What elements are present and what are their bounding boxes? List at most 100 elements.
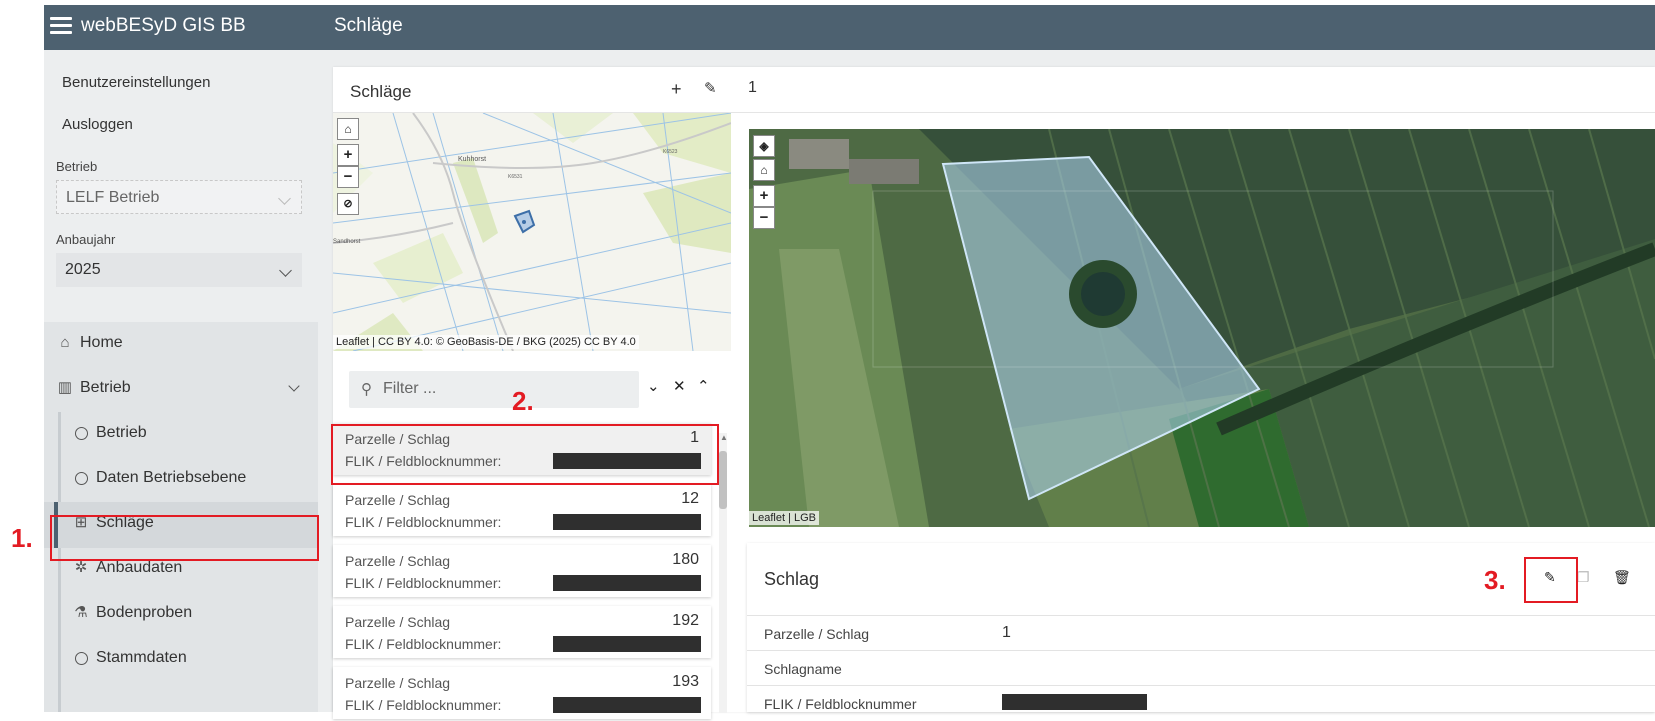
nav-daten-label: Daten Betriebsebene (96, 469, 247, 486)
list-item-number: 12 (681, 490, 699, 507)
page-title: Schläge (334, 15, 403, 36)
zoom-out-button[interactable]: − (337, 166, 359, 188)
highlight-box-3 (1524, 557, 1578, 603)
map-attribution: Leaflet | CC BY 4.0: © GeoBasis-DE / BKG… (333, 335, 639, 349)
nav-betrieb-group[interactable]: ▥ Betrieb (44, 367, 318, 413)
annotation-1: 1. (11, 523, 33, 553)
nav-betrieb-group-label: Betrieb (80, 379, 131, 396)
detail-key: FLIK / Feldblocknummer (764, 696, 917, 712)
redacted-value (553, 636, 701, 652)
list-item-flik-label: FLIK / Feldblocknummer: (345, 575, 502, 591)
redacted-value (553, 514, 701, 530)
overview-map[interactable]: Kuhhorst Sandhorst K6531 K6523 ⌂ + − ⊘ L… (333, 113, 731, 351)
road-label: K6523 (663, 149, 678, 155)
detail-title: Schlag (764, 569, 820, 589)
nav-daten-betriebsebene[interactable]: Daten Betriebsebene (44, 457, 318, 503)
list-scrollbar[interactable]: ▲ (719, 433, 728, 713)
nav-stammdaten-label: Stammdaten (96, 649, 187, 666)
selected-id: 1 (748, 79, 757, 96)
zoom-out-button[interactable]: − (753, 207, 775, 229)
layers-icon[interactable]: ◈ (753, 135, 775, 157)
detail-row: FLIK / Feldblocknummer (747, 685, 1655, 721)
year-label: Anbaujahr (56, 232, 116, 247)
clear-icon[interactable]: ✕ (673, 377, 686, 395)
list-item-number: 193 (672, 673, 699, 690)
circle-icon (72, 649, 90, 667)
list-item[interactable]: Parzelle / Schlag FLIK / Feldblocknummer… (333, 545, 711, 597)
detail-key: Parzelle / Schlag (764, 626, 870, 642)
nav-home-label: Home (80, 334, 123, 351)
detail-map[interactable]: ◈ ⌂ + − Leaflet | LGB (749, 129, 1655, 527)
chevron-down-icon (279, 264, 292, 277)
hide-layer-icon[interactable]: ⊘ (337, 193, 359, 215)
highlight-box-2 (331, 424, 719, 485)
circle-icon (72, 424, 90, 442)
redacted-value (553, 697, 701, 713)
betrieb-select[interactable]: LELF Betrieb (56, 180, 302, 214)
circle-icon (72, 469, 90, 487)
detail-card: Schlag ✎ ❐ 🗑 Parzelle / Schlag 1 Schlagn… (747, 543, 1655, 712)
annotation-3: 3. (1484, 565, 1506, 595)
list-item-number: 180 (672, 551, 699, 568)
road-label: K6531 (508, 174, 523, 180)
filter-placeholder: Filter ... (383, 380, 437, 397)
detail-row: Parzelle / Schlag 1 (747, 615, 1655, 651)
betrieb-label: Betrieb (56, 159, 98, 174)
detail-value: 1 (1002, 624, 1011, 641)
annotation-2: 2. (512, 386, 534, 416)
nav-home[interactable]: ⌂ Home (44, 322, 318, 368)
list-item[interactable]: Parzelle / Schlag FLIK / Feldblocknummer… (333, 484, 711, 536)
home-zoom-icon[interactable]: ⌂ (337, 118, 359, 140)
search-icon: ⚲ (361, 381, 372, 398)
list-item-flik-label: FLIK / Feldblocknummer: (345, 636, 502, 652)
nav-betrieb[interactable]: Betrieb (44, 412, 318, 458)
delete-icon[interactable]: 🗑 (1613, 569, 1631, 586)
chevron-down-icon (278, 192, 291, 205)
nav-bodenproben-label: Bodenproben (96, 604, 193, 621)
panel-title: Schläge (350, 82, 412, 101)
detail-row: Schlagname (747, 650, 1655, 686)
building-icon: ▥ (57, 379, 73, 396)
nav-bodenproben[interactable]: ⚗ Bodenproben (44, 592, 318, 638)
logout-link[interactable]: Ausloggen (62, 116, 133, 133)
user-settings-link[interactable]: Benutzereinstellungen (62, 74, 210, 91)
highlight-box-1 (50, 515, 319, 561)
sidebar: Benutzereinstellungen Ausloggen Betrieb … (44, 50, 318, 712)
collapse-up-icon[interactable]: ⌃ (697, 377, 710, 395)
copy-icon[interactable]: ❐ (1577, 569, 1590, 586)
list-item-flik-label: FLIK / Feldblocknummer: (345, 514, 502, 530)
list-item-label: Parzelle / Schlag (345, 614, 451, 630)
edit-icon[interactable]: ✎ (704, 79, 717, 97)
chevron-down-icon[interactable]: ⌄ (647, 377, 660, 395)
redacted-value (553, 575, 701, 591)
list-item-flik-label: FLIK / Feldblocknummer: (345, 697, 502, 713)
nav-stammdaten[interactable]: Stammdaten (44, 637, 318, 683)
top-bar: webBESyD GIS BB Schläge (44, 5, 1655, 50)
detail-key: Schlagname (764, 661, 842, 677)
home-zoom-icon[interactable]: ⌂ (753, 159, 775, 181)
list-item[interactable]: Parzelle / Schlag FLIK / Feldblocknummer… (333, 606, 711, 658)
chevron-down-icon (288, 380, 300, 392)
zoom-in-button[interactable]: + (337, 144, 359, 166)
filter-input[interactable]: ⚲ Filter ... (349, 371, 639, 408)
redacted-value (1002, 694, 1147, 710)
year-select[interactable]: 2025 (56, 253, 302, 287)
list-item-number: 192 (672, 612, 699, 629)
sprout-icon: ✲ (74, 559, 88, 576)
app-title: webBESyD GIS BB (81, 15, 246, 36)
zoom-in-button[interactable]: + (753, 185, 775, 207)
list-item-label: Parzelle / Schlag (345, 675, 451, 691)
nav-anbaudaten-label: Anbaudaten (96, 559, 183, 576)
list-item[interactable]: Parzelle / Schlag FLIK / Feldblocknummer… (333, 667, 711, 719)
hamburger-menu-icon[interactable] (50, 17, 72, 35)
list-item-label: Parzelle / Schlag (345, 553, 451, 569)
scroll-up-icon[interactable]: ▲ (720, 433, 728, 442)
overview-map-tiles: Kuhhorst Sandhorst K6531 K6523 (333, 113, 731, 351)
betrieb-select-value: LELF Betrieb (66, 189, 160, 206)
nav-betrieb-label: Betrieb (96, 424, 147, 441)
scrollbar-thumb[interactable] (719, 451, 727, 509)
add-icon[interactable]: + (671, 79, 682, 100)
list-item-label: Parzelle / Schlag (345, 492, 451, 508)
flask-icon: ⚗ (74, 604, 88, 621)
place-label-kuhhorst: Kuhhorst (458, 156, 486, 163)
